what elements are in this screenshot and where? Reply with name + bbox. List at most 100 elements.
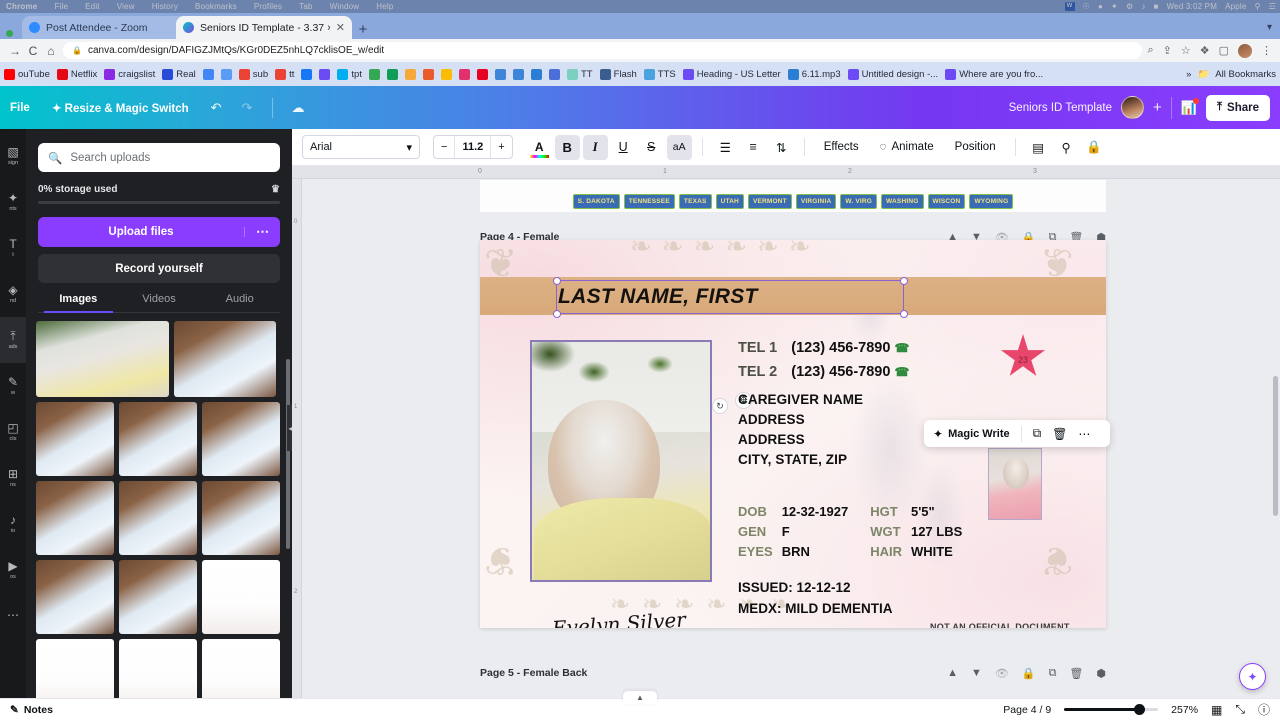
invite-members-button[interactable]: + — [1153, 99, 1162, 116]
record-yourself-button[interactable]: Record yourself — [38, 254, 280, 283]
bookmark-item[interactable] — [301, 68, 313, 80]
bookmark-item[interactable] — [404, 68, 416, 80]
chrome-menu-icon[interactable]: ⋮ — [1261, 44, 1272, 57]
bookmark-item[interactable]: craigslist — [104, 68, 155, 80]
bookmark-item[interactable]: Flash — [599, 68, 637, 80]
os-menu-item-bookmarks[interactable]: Bookmarks — [195, 2, 237, 11]
page-5-title[interactable]: Page 5 - Female Back — [480, 667, 587, 679]
new-tab-button[interactable]: + — [355, 22, 371, 39]
bookmark-item[interactable]: Where are you fro... — [945, 68, 1043, 80]
state-tag[interactable]: WISCON — [927, 193, 966, 209]
upload-thumbnail[interactable] — [202, 402, 280, 476]
italic-button[interactable]: I — [582, 134, 608, 160]
os-menu-item-history[interactable]: History — [152, 2, 178, 11]
uploads-scrollbar[interactable] — [286, 359, 290, 549]
rail-item-videos[interactable]: ▶ os — [0, 547, 26, 593]
upload-thumbnail[interactable] — [36, 481, 114, 555]
os-menu-item-file[interactable]: File — [54, 2, 68, 11]
bookmark-item[interactable]: sub — [238, 68, 268, 80]
animate-button[interactable]: ◌ Animate — [871, 141, 943, 153]
bookmark-item[interactable] — [202, 68, 214, 80]
collapse-panel-button[interactable]: ▲ — [623, 691, 657, 704]
underline-button[interactable]: U — [611, 135, 636, 160]
sync-icon[interactable]: ☉ — [1083, 2, 1090, 11]
bookmark-item[interactable] — [458, 68, 470, 80]
dropbox-icon[interactable]: ✦ — [1111, 2, 1118, 11]
trash-icon[interactable]: 🗑 — [1052, 427, 1067, 441]
effects-button[interactable]: Effects — [815, 141, 868, 153]
insights-icon[interactable]: 📊 — [1181, 97, 1199, 116]
upload-thumbnail[interactable] — [202, 560, 280, 634]
copy-style-icon[interactable]: ⚲ — [1054, 135, 1079, 160]
grid-view-icon[interactable]: ▦ — [1211, 703, 1222, 717]
secondary-photo[interactable] — [988, 448, 1042, 520]
font-family-select[interactable]: Arial ▾ — [302, 135, 420, 159]
upload-thumbnail[interactable] — [119, 560, 197, 634]
rail-item-uploads[interactable]: ⤒ ads — [0, 317, 26, 363]
ellipsis-icon[interactable]: ⋯ — [1078, 427, 1090, 441]
duplicate-icon[interactable]: ⧉ — [1033, 426, 1042, 441]
browser-tab-1[interactable]: Post Attendee - Zoom ✕ — [22, 16, 192, 39]
upload-thumbnail[interactable] — [119, 402, 197, 476]
page-indicator[interactable]: Page 4 / 9 — [1003, 704, 1051, 716]
all-bookmarks-label[interactable]: All Bookmarks — [1215, 69, 1276, 80]
redo-icon[interactable]: ↷ — [242, 100, 253, 116]
bookmark-item[interactable]: ouTube — [4, 68, 50, 80]
rail-item-audio[interactable]: ♪ io — [0, 501, 26, 547]
bookmark-item[interactable] — [512, 68, 524, 80]
bluetooth-icon[interactable]: ⚙ — [1126, 2, 1133, 11]
zoom-slider-knob[interactable] — [1134, 704, 1146, 715]
bookmark-item[interactable] — [386, 68, 398, 80]
os-menu-item-view[interactable]: View — [117, 2, 135, 11]
home-button[interactable]: ⌂ — [42, 44, 60, 58]
os-menu-item-tab[interactable]: Tab — [299, 2, 313, 11]
os-menu-item-help[interactable]: Help — [376, 2, 393, 11]
tab-images[interactable]: Images — [38, 293, 119, 313]
zoom-status-icon[interactable]: W — [1064, 2, 1075, 11]
canvas-scrollbar[interactable] — [1273, 376, 1278, 516]
magic-write-button[interactable]: ✦ Magic Write — [933, 427, 1010, 441]
menu-extra-icon[interactable]: ● — [1098, 2, 1103, 11]
bookmark-item[interactable]: Netflix — [56, 68, 97, 80]
lock-icon[interactable]: 🔒 — [1022, 667, 1036, 680]
tab-audio[interactable]: Audio — [199, 293, 280, 312]
font-size-stepper[interactable]: − 11.2 + — [433, 135, 513, 159]
bookmark-item[interactable]: 6.11.mp3 — [787, 68, 841, 80]
state-tag[interactable]: TEXAS — [678, 193, 712, 209]
state-tag[interactable]: WYOMING — [969, 193, 1014, 209]
state-tag[interactable]: VIRGINIA — [795, 193, 837, 209]
upload-files-button[interactable]: Upload files ⋯ — [38, 217, 280, 247]
os-menu-item-chrome[interactable]: Chrome — [6, 2, 37, 11]
bookmark-star-icon[interactable]: ☆ — [1181, 44, 1191, 57]
rail-item-draw[interactable]: ✎ w — [0, 363, 26, 409]
state-tag[interactable]: VERMONT — [747, 193, 792, 209]
rotate-icon[interactable]: ↻ — [712, 398, 728, 414]
chevron-down-icon[interactable]: ▼ — [971, 667, 982, 679]
font-size-decrease-button[interactable]: − — [434, 136, 454, 158]
bookmark-item[interactable] — [440, 68, 452, 80]
bookmark-item[interactable] — [494, 68, 506, 80]
resize-handle-bl[interactable] — [552, 309, 561, 318]
sidepanel-icon[interactable]: ▢ — [1219, 44, 1229, 57]
os-menu-item-window[interactable]: Window — [330, 2, 360, 11]
resize-handle-tl[interactable] — [552, 276, 561, 285]
magic-assistant-button[interactable]: ✦ — [1239, 663, 1266, 690]
bookmark-item[interactable] — [548, 68, 560, 80]
bookmark-item[interactable] — [530, 68, 542, 80]
resize-magic-switch-button[interactable]: ✦ Resize & Magic Switch — [52, 101, 189, 115]
chevron-up-icon[interactable]: ▲ — [947, 667, 958, 679]
browser-tab-2[interactable]: Seniors ID Template - 3.37 × ✕ — [176, 16, 352, 39]
bookmark-item[interactable] — [368, 68, 380, 80]
rail-item-apps[interactable]: ⊞ ns — [0, 455, 26, 501]
forward-button[interactable]: → — [6, 44, 24, 58]
font-size-value[interactable]: 11.2 — [454, 136, 492, 158]
text-color-button[interactable]: A — [527, 135, 552, 160]
extensions-icon[interactable]: ❖ — [1200, 44, 1210, 57]
os-menu-item-edit[interactable]: Edit — [85, 2, 100, 11]
expand-icon[interactable]: ⬢ — [1096, 667, 1106, 680]
zoom-slider[interactable] — [1064, 704, 1159, 715]
rail-item-design[interactable]: ▧ sign — [0, 133, 26, 179]
position-button[interactable]: Position — [946, 141, 1005, 153]
duplicate-icon[interactable]: ⧉ — [1049, 667, 1057, 680]
rail-item-brand[interactable]: ◈ nd — [0, 271, 26, 317]
